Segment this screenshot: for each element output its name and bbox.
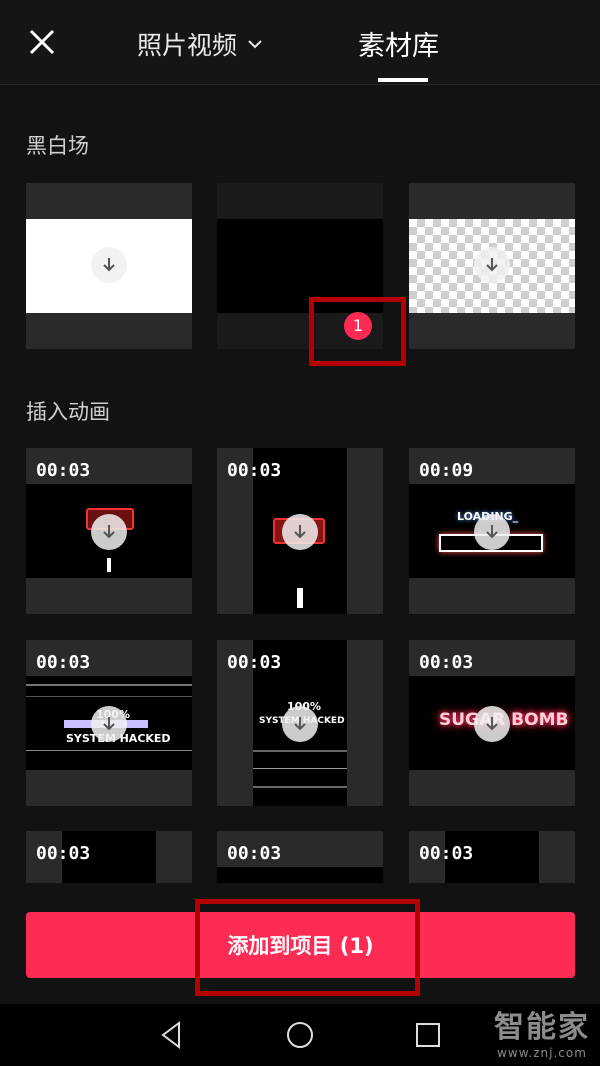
home-icon[interactable] <box>285 1020 315 1050</box>
recents-icon[interactable] <box>413 1020 443 1050</box>
tab-active-indicator <box>378 78 428 82</box>
highlight-box-badge <box>309 297 406 366</box>
duration-label: 00:09 <box>419 460 474 481</box>
top-bar: 照片视频 素材库 <box>0 0 600 85</box>
material-tile-transparent[interactable] <box>409 183 575 349</box>
highlight-box-add-button <box>195 899 420 996</box>
thumbnail <box>217 867 383 883</box>
back-icon[interactable] <box>157 1020 187 1050</box>
download-icon[interactable] <box>474 514 510 550</box>
duration-label: 00:03 <box>227 652 282 673</box>
duration-label: 00:03 <box>227 460 282 481</box>
animation-tile-system-hacked-2[interactable]: 100% SYSTEM HACKED 00:03 <box>217 640 383 806</box>
duration-label: 00:03 <box>227 843 282 864</box>
download-icon[interactable] <box>474 247 510 283</box>
animation-tile-row3-3[interactable]: 00:03 <box>409 831 575 883</box>
duration-label: 00:03 <box>36 460 91 481</box>
animation-tile-row3-2[interactable]: 00:03 <box>217 831 383 883</box>
material-tile-white[interactable] <box>26 183 192 349</box>
download-icon[interactable] <box>282 514 318 550</box>
animation-tile-sugar-bomb[interactable]: SUGAR BOMB 00:03 <box>409 640 575 806</box>
tab-material-library[interactable]: 素材库 <box>358 24 439 63</box>
watermark-logo-text: 智能家 <box>494 1010 590 1045</box>
section-title-insert-animation: 插入动画 <box>26 400 110 424</box>
duration-label: 00:03 <box>419 843 474 864</box>
download-icon[interactable] <box>91 514 127 550</box>
animation-tile-loading[interactable]: LOADING_ 00:09 <box>409 448 575 614</box>
duration-label: 00:03 <box>36 843 91 864</box>
chevron-down-icon <box>248 40 262 49</box>
download-icon[interactable] <box>91 706 127 742</box>
animation-tile-battery-2[interactable]: 00:03 <box>217 448 383 614</box>
animation-tile-battery-1[interactable]: 00:03 <box>26 448 192 614</box>
animation-tile-system-hacked-1[interactable]: 100% SYSTEM HACKED 00:03 <box>26 640 192 806</box>
close-icon[interactable] <box>22 22 62 62</box>
tab-photos-label: 照片视频 <box>137 31 238 60</box>
watermark-url: www.znj.com <box>497 1046 587 1060</box>
section-title-black-white: 黑白场 <box>26 134 89 158</box>
watermark: 智能家 www.znj.com <box>494 1002 590 1060</box>
duration-label: 00:03 <box>36 652 91 673</box>
download-icon[interactable] <box>282 706 318 742</box>
animation-tile-row3-1[interactable]: 00:03 <box>26 831 192 883</box>
download-icon[interactable] <box>91 247 127 283</box>
download-icon[interactable] <box>474 706 510 742</box>
tab-photos-videos[interactable]: 照片视频 <box>137 26 263 62</box>
duration-label: 00:03 <box>419 652 474 673</box>
